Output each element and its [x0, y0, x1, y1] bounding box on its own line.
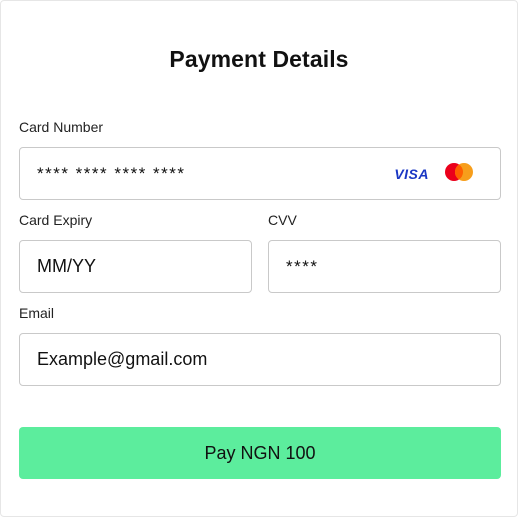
- mastercard-icon: [443, 161, 475, 188]
- visa-icon: VISA: [394, 166, 429, 182]
- pay-button[interactable]: Pay NGN 100: [19, 427, 501, 479]
- mastercard-logo: [445, 162, 473, 181]
- cvv-input[interactable]: [286, 241, 483, 292]
- card-expiry-input[interactable]: [37, 241, 234, 292]
- cvv-label: CVV: [268, 212, 297, 228]
- email-label: Email: [19, 305, 55, 321]
- card-expiry-label: Card Expiry: [19, 212, 93, 228]
- payment-card: Payment Details Card Number VISA Card Ex…: [0, 0, 518, 517]
- card-number-label: Card Number: [19, 119, 104, 135]
- email-input[interactable]: [37, 334, 483, 385]
- email-field[interactable]: [19, 333, 501, 386]
- cvv-field[interactable]: [268, 240, 501, 293]
- card-brands: VISA: [394, 161, 475, 188]
- card-number-field[interactable]: VISA: [19, 147, 501, 200]
- card-expiry-field[interactable]: [19, 240, 252, 293]
- page-title: Payment Details: [169, 46, 349, 72]
